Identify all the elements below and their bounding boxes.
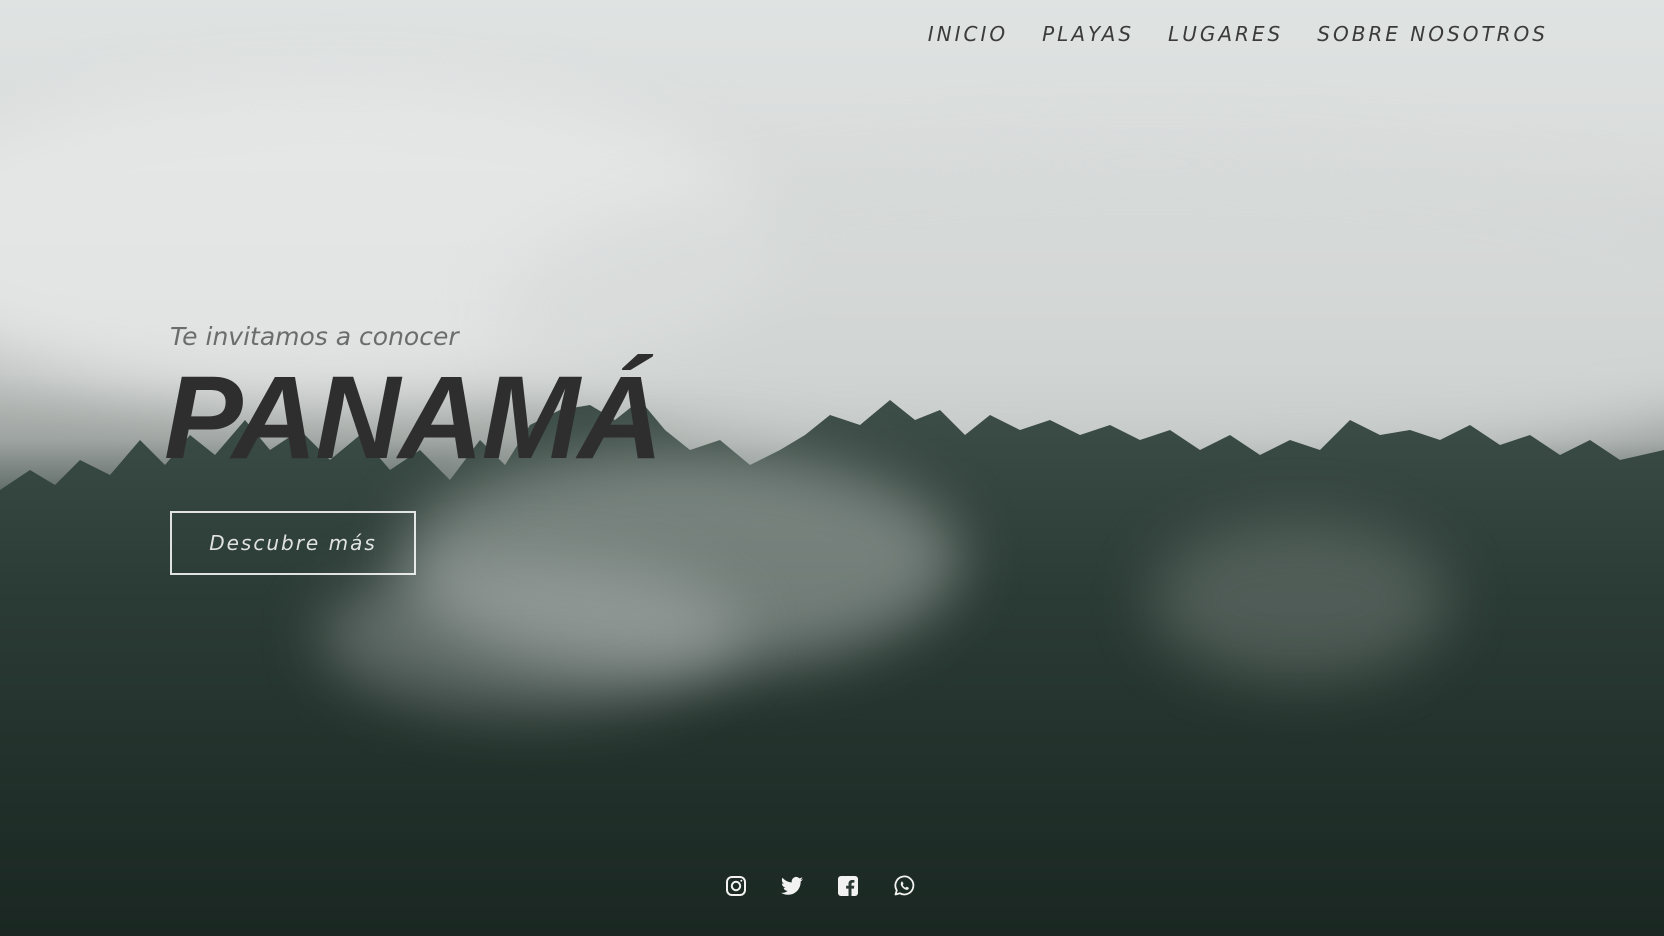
twitter-icon[interactable] [780,874,804,898]
main-nav: INICIO PLAYAS LUGARES SOBRE NOSOTROS [928,22,1548,46]
hero-section: INICIO PLAYAS LUGARES SOBRE NOSOTROS Te … [0,0,1664,936]
nav-item-inicio[interactable]: INICIO [928,22,1008,46]
hero-title: PANAMÁ [164,352,663,484]
facebook-icon[interactable] [836,874,860,898]
fog-layer [1150,520,1450,680]
nav-item-lugares[interactable]: LUGARES [1168,22,1283,46]
hero-tagline: Te invitamos a conocer [170,322,459,351]
fog-layer [320,560,740,710]
whatsapp-icon[interactable] [892,874,916,898]
discover-more-button[interactable]: Descubre más [170,511,416,575]
instagram-icon[interactable] [724,874,748,898]
social-links [724,874,916,898]
nav-item-playas[interactable]: PLAYAS [1042,22,1134,46]
hero-content: Te invitamos a conocer PANAMÁ Descubre m… [164,322,663,575]
nav-item-sobre-nosotros[interactable]: SOBRE NOSOTROS [1317,22,1548,46]
